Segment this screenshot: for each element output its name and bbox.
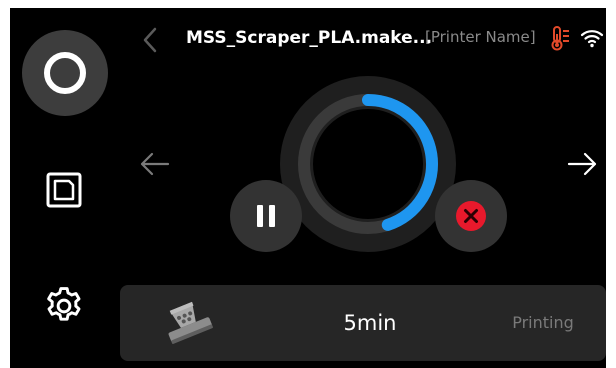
printer-screen: MSS_Scraper_PLA.make... [Printer Name] 5… [10,8,606,368]
back-button[interactable] [140,26,160,54]
pause-button[interactable] [230,180,302,252]
settings-button[interactable] [42,284,86,328]
next-button[interactable] [565,150,599,178]
wifi-icon [580,26,604,50]
arrow-left-icon [140,152,170,176]
thermometer-icon [550,25,570,51]
progress-dial [280,76,456,252]
home-ring-icon [44,52,86,94]
home-button[interactable] [22,30,108,116]
previous-button[interactable] [138,150,172,178]
job-status-card[interactable]: 5min Printing [120,285,606,361]
print-state: Printing [512,313,574,332]
printer-name: [Printer Name] [425,28,536,46]
time-remaining: 5min [343,311,397,335]
job-title: MSS_Scraper_PLA.make... [186,28,433,48]
cancel-x-icon [456,201,486,231]
model-thumbnail [152,297,224,351]
files-icon [46,172,82,208]
arrow-right-icon [567,152,597,176]
cancel-button[interactable] [435,180,507,252]
pause-icon [257,205,275,227]
files-button[interactable] [45,171,83,209]
chevron-left-icon [143,27,157,53]
gear-icon [47,287,81,321]
